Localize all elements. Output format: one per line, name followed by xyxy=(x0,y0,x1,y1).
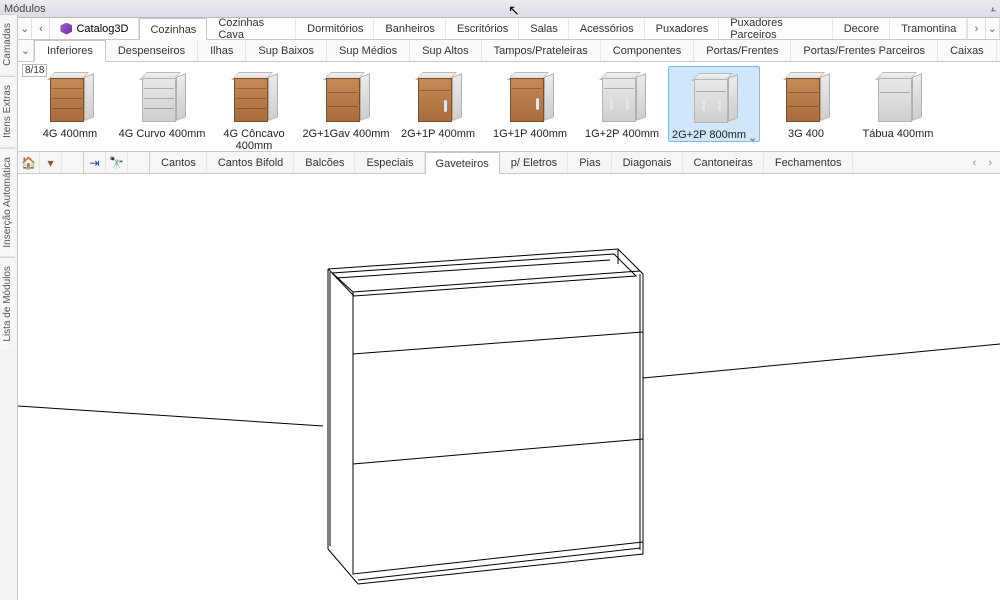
sub-cantos-bifold[interactable]: Cantos Bifold xyxy=(207,152,294,173)
catalog-cube-icon xyxy=(60,23,72,35)
scroll-left-icon[interactable]: ‹ xyxy=(973,157,977,169)
module-label: 1G+1P 400mm xyxy=(484,128,576,140)
module-tabua-400[interactable]: Tábua 400mm xyxy=(852,66,944,140)
module-label: 2G+1P 400mm xyxy=(392,128,484,140)
home-icon[interactable]: 🏠 xyxy=(18,152,40,173)
catalog-menu-chevron[interactable]: ⌄ xyxy=(18,18,32,39)
tab-acessorios[interactable]: Acessórios xyxy=(569,18,645,39)
tab-cozinhas-cava[interactable]: Cozinhas Cava xyxy=(207,18,296,39)
ribbon: ⌄ ‹ Catalog3D Cozinhas Cozinhas Cava Dor… xyxy=(18,18,1000,174)
module-4g-curvo-400[interactable]: 4G Curvo 400mm xyxy=(116,66,208,140)
module-shelf: 8/18 4G 400mm 4G Curvo 400mm 4G Côncavo … xyxy=(18,62,1000,152)
tab-salas[interactable]: Salas xyxy=(519,18,569,39)
thumb-icon xyxy=(414,72,462,126)
cat-ilhas[interactable]: Ilhas xyxy=(198,40,246,61)
module-label: 2G+2P 800mm⌄ xyxy=(669,129,759,141)
insert-icon[interactable]: ⇥ xyxy=(84,152,106,173)
thumb-icon xyxy=(230,72,278,126)
sub-balcoes[interactable]: Balcões xyxy=(294,152,355,173)
cat-sup-medios[interactable]: Sup Médios xyxy=(327,40,410,61)
module-4g-400[interactable]: 4G 400mm xyxy=(24,66,116,140)
thumb-icon xyxy=(874,72,922,126)
tab-scroll-left[interactable]: ‹ xyxy=(32,18,50,39)
category-menu-chevron[interactable]: ⌄ xyxy=(18,40,34,61)
vertical-tab-bar: Camadas Itens Extras Inserção Automática… xyxy=(0,14,18,600)
subcategory-toolbar: 🏠 ▾ ⇥ 🔭 Cantos Cantos Bifold Balcões Esp… xyxy=(18,152,1000,174)
titlebar: Módulos ↖ ⫠ xyxy=(0,0,1000,18)
sub-cantoneiras[interactable]: Cantoneiras xyxy=(683,152,764,173)
module-label: 2G+1Gav 400mm xyxy=(300,128,392,140)
sub-fechamentos[interactable]: Fechamentos xyxy=(764,152,853,173)
sub-cantos[interactable]: Cantos xyxy=(150,152,207,173)
tab-decore[interactable]: Decore xyxy=(833,18,890,39)
thumb-icon xyxy=(46,72,94,126)
cat-sup-altos[interactable]: Sup Altos xyxy=(410,40,481,61)
window-title: Módulos xyxy=(4,3,46,15)
dropdown-icon[interactable]: ▾ xyxy=(40,152,62,173)
module-label: Tábua 400mm xyxy=(852,128,944,140)
module-label: 4G 400mm xyxy=(24,128,116,140)
tab-dormitorios[interactable]: Dormitórios xyxy=(296,18,374,39)
category-tabstrip: ⌄ Inferiores Despenseiros Ilhas Sup Baix… xyxy=(18,40,1000,62)
thumb-icon xyxy=(322,72,370,126)
thumb-icon xyxy=(782,72,830,126)
thumb-icon xyxy=(138,72,186,126)
module-1g1p-400[interactable]: 1G+1P 400mm xyxy=(484,66,576,140)
module-2g1gav-400[interactable]: 2G+1Gav 400mm xyxy=(300,66,392,140)
sub-especiais[interactable]: Especiais xyxy=(355,152,424,173)
tab-cozinhas[interactable]: Cozinhas xyxy=(139,18,207,40)
cabinet-wireframe xyxy=(18,174,1000,600)
vtab-insercao-automatica[interactable]: Inserção Automática xyxy=(0,148,15,256)
module-1g2p-400[interactable]: 1G+2P 400mm xyxy=(576,66,668,140)
catalog-button[interactable]: Catalog3D xyxy=(50,18,139,39)
module-2g1p-400[interactable]: 2G+1P 400mm xyxy=(392,66,484,140)
tab-escritorios[interactable]: Escritórios xyxy=(446,18,519,39)
chevron-down-icon[interactable]: ⌄ xyxy=(748,131,756,139)
binoculars-icon[interactable]: 🔭 xyxy=(106,152,128,173)
module-label: 4G Côncavo xyxy=(208,128,300,140)
module-3g-400[interactable]: 3G 400 xyxy=(760,66,852,140)
cat-sup-baixos[interactable]: Sup Baixos xyxy=(246,40,327,61)
module-label: 4G Curvo 400mm xyxy=(116,128,208,140)
catalog-tabstrip: ⌄ ‹ Catalog3D Cozinhas Cozinhas Cava Dor… xyxy=(18,18,1000,40)
catalog-menu-chevron-right[interactable]: ⌄ xyxy=(986,18,1000,39)
module-label: 3G 400 xyxy=(760,128,852,140)
cat-componentes[interactable]: Componentes xyxy=(601,40,695,61)
sub-gaveteiros[interactable]: Gaveteiros xyxy=(425,152,500,174)
tab-tramontina[interactable]: Tramontina xyxy=(890,18,967,39)
3d-viewport[interactable] xyxy=(18,174,1000,600)
vtab-itens-extras[interactable]: Itens Extras xyxy=(0,76,15,146)
vtab-camadas[interactable]: Camadas xyxy=(0,14,15,74)
cursor-icon: ↖ xyxy=(508,2,520,19)
scroll-right-icon[interactable]: › xyxy=(988,157,992,169)
catalog-label: Catalog3D xyxy=(76,23,128,35)
cat-tampos[interactable]: Tampos/Prateleiras xyxy=(482,40,601,61)
cat-inferiores[interactable]: Inferiores xyxy=(34,40,106,62)
cat-portas-frentes-parceiros[interactable]: Portas/Frentes Parceiros xyxy=(791,40,938,61)
module-2g2p-800[interactable]: 2G+2P 800mm⌄ xyxy=(668,66,760,142)
shelf-counter: 8/18 xyxy=(22,64,47,77)
tab-scroll-right[interactable]: › xyxy=(967,18,985,39)
pin-icon[interactable]: ⫠ xyxy=(990,3,996,14)
cat-despenseiros[interactable]: Despenseiros xyxy=(106,40,198,61)
subtab-scroll: ‹ › xyxy=(965,152,1000,173)
tab-puxadores[interactable]: Puxadores xyxy=(645,18,720,39)
tab-puxadores-parceiros[interactable]: Puxadores Parceiros xyxy=(719,18,833,39)
sub-pias[interactable]: Pias xyxy=(568,152,611,173)
thumb-icon xyxy=(690,73,738,127)
module-4g-concavo-400[interactable]: 4G Côncavo 400mm xyxy=(208,66,300,152)
cat-caixas[interactable]: Caixas xyxy=(938,40,997,61)
separator xyxy=(128,152,150,173)
cat-portas-frentes[interactable]: Portas/Frentes xyxy=(694,40,791,61)
sub-diagonais[interactable]: Diagonais xyxy=(612,152,683,173)
thumb-icon xyxy=(598,72,646,126)
tab-banheiros[interactable]: Banheiros xyxy=(374,18,446,39)
vtab-lista-modulos[interactable]: Lista de Módulos xyxy=(0,257,15,350)
module-label: 1G+2P 400mm xyxy=(576,128,668,140)
thumb-icon xyxy=(506,72,554,126)
sub-eletros[interactable]: p/ Eletros xyxy=(500,152,568,173)
module-label2: 400mm xyxy=(208,140,300,152)
separator xyxy=(62,152,84,173)
